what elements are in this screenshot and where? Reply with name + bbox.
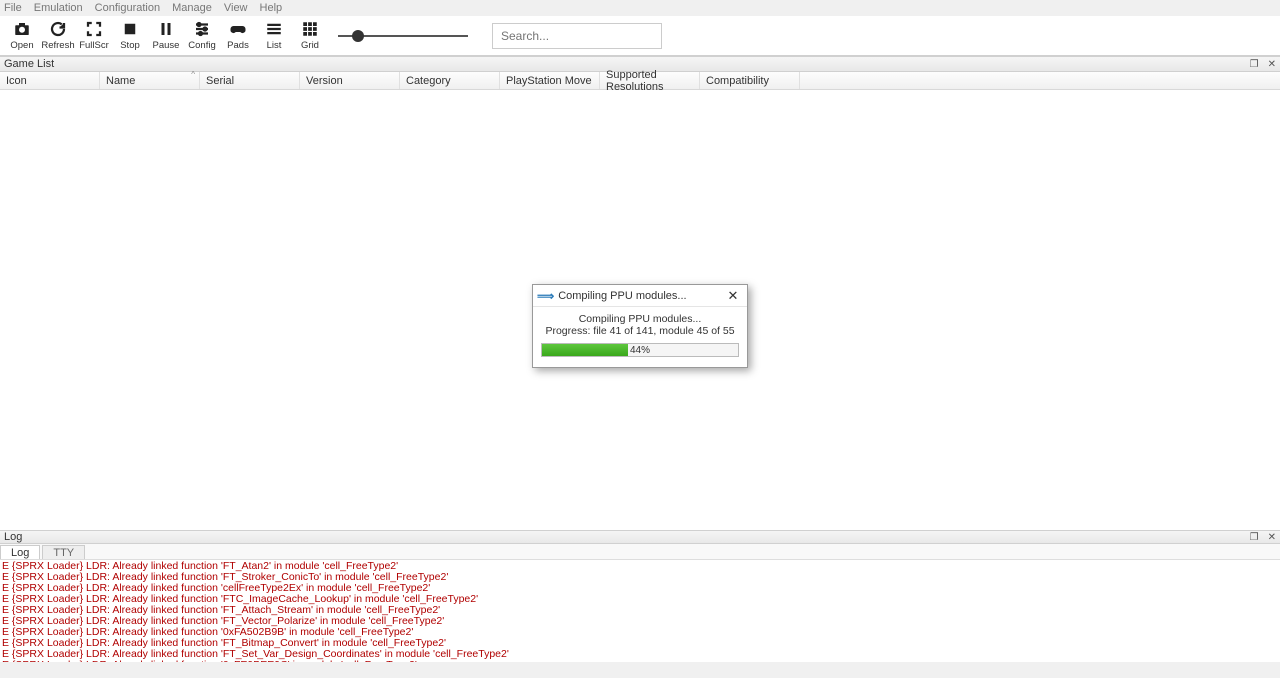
progress-percent: 44% — [630, 344, 650, 358]
menu-help[interactable]: Help — [260, 2, 283, 14]
dialog-titlebar[interactable]: ⟹ Compiling PPU modules... ✕ — [533, 285, 747, 307]
grid-button[interactable]: Grid — [292, 17, 328, 55]
config-button[interactable]: Config — [184, 17, 220, 55]
log-panel-header: Log ❐ ✕ — [0, 530, 1280, 544]
dialog-status-line: Compiling PPU modules... — [541, 313, 739, 325]
refresh-button[interactable]: Refresh — [40, 17, 76, 55]
fullscreen-icon — [85, 20, 103, 38]
gamelist-title: Game List — [4, 58, 54, 70]
column-name[interactable]: Name^ — [100, 72, 200, 89]
gamelist-restore-icon[interactable]: ❐ — [1250, 59, 1259, 70]
progress-bar: 44% — [541, 343, 739, 357]
dialog-title-text: Compiling PPU modules... — [558, 290, 723, 302]
list-icon — [265, 20, 283, 38]
column-icon[interactable]: Icon — [0, 72, 100, 89]
sliders-icon — [193, 20, 211, 38]
column-version[interactable]: Version — [300, 72, 400, 89]
log-restore-icon[interactable]: ❐ — [1250, 532, 1259, 543]
pause-icon — [157, 20, 175, 38]
gamelist-close-icon[interactable]: ✕ — [1268, 59, 1276, 70]
menu-configuration[interactable]: Configuration — [95, 2, 160, 14]
log-tab-log[interactable]: Log — [0, 545, 40, 559]
close-icon[interactable]: ✕ — [723, 288, 743, 304]
stop-icon — [121, 20, 139, 38]
grid-icon — [301, 20, 319, 38]
menu-view[interactable]: View — [224, 2, 248, 14]
log-close-icon[interactable]: ✕ — [1268, 532, 1276, 543]
menu-file[interactable]: File — [4, 2, 22, 14]
column-playstation-move[interactable]: PlayStation Move — [500, 72, 600, 89]
menu-manage[interactable]: Manage — [172, 2, 212, 14]
pads-button[interactable]: Pads — [220, 17, 256, 55]
menubar: File Emulation Configuration Manage View Help — [0, 0, 1280, 16]
list-button[interactable]: List — [256, 17, 292, 55]
camera-icon — [13, 20, 31, 38]
fullscr-button[interactable]: FullScr — [76, 17, 112, 55]
log-line: E {SPRX Loader} LDR: Already linked func… — [2, 660, 1278, 662]
search-input[interactable] — [492, 23, 662, 49]
log-body[interactable]: E {SPRX Loader} LDR: Already linked func… — [0, 560, 1280, 662]
column-serial[interactable]: Serial — [200, 72, 300, 89]
stop-button[interactable]: Stop — [112, 17, 148, 55]
icon-size-slider[interactable] — [338, 26, 468, 46]
column-category[interactable]: Category — [400, 72, 500, 89]
menu-emulation[interactable]: Emulation — [34, 2, 83, 14]
dialog-progress-line: Progress: file 41 of 141, module 45 of 5… — [541, 325, 739, 337]
pause-button[interactable]: Pause — [148, 17, 184, 55]
column-supported-resolutions[interactable]: Supported Resolutions — [600, 72, 700, 89]
refresh-icon — [49, 20, 67, 38]
gamepad-icon — [229, 20, 247, 38]
log-tab-tty[interactable]: TTY — [42, 545, 85, 559]
open-button[interactable]: Open — [4, 17, 40, 55]
log-title: Log — [4, 531, 22, 543]
compile-dialog: ⟹ Compiling PPU modules... ✕ Compiling P… — [532, 284, 748, 368]
toolbar: OpenRefreshFullScrStopPauseConfigPadsLis… — [0, 16, 1280, 56]
log-tabs: LogTTY — [0, 544, 1280, 560]
column-compatibility[interactable]: Compatibility — [700, 72, 800, 89]
app-icon: ⟹ — [537, 289, 554, 303]
gamelist-columns: IconName^SerialVersionCategoryPlayStatio… — [0, 72, 1280, 90]
